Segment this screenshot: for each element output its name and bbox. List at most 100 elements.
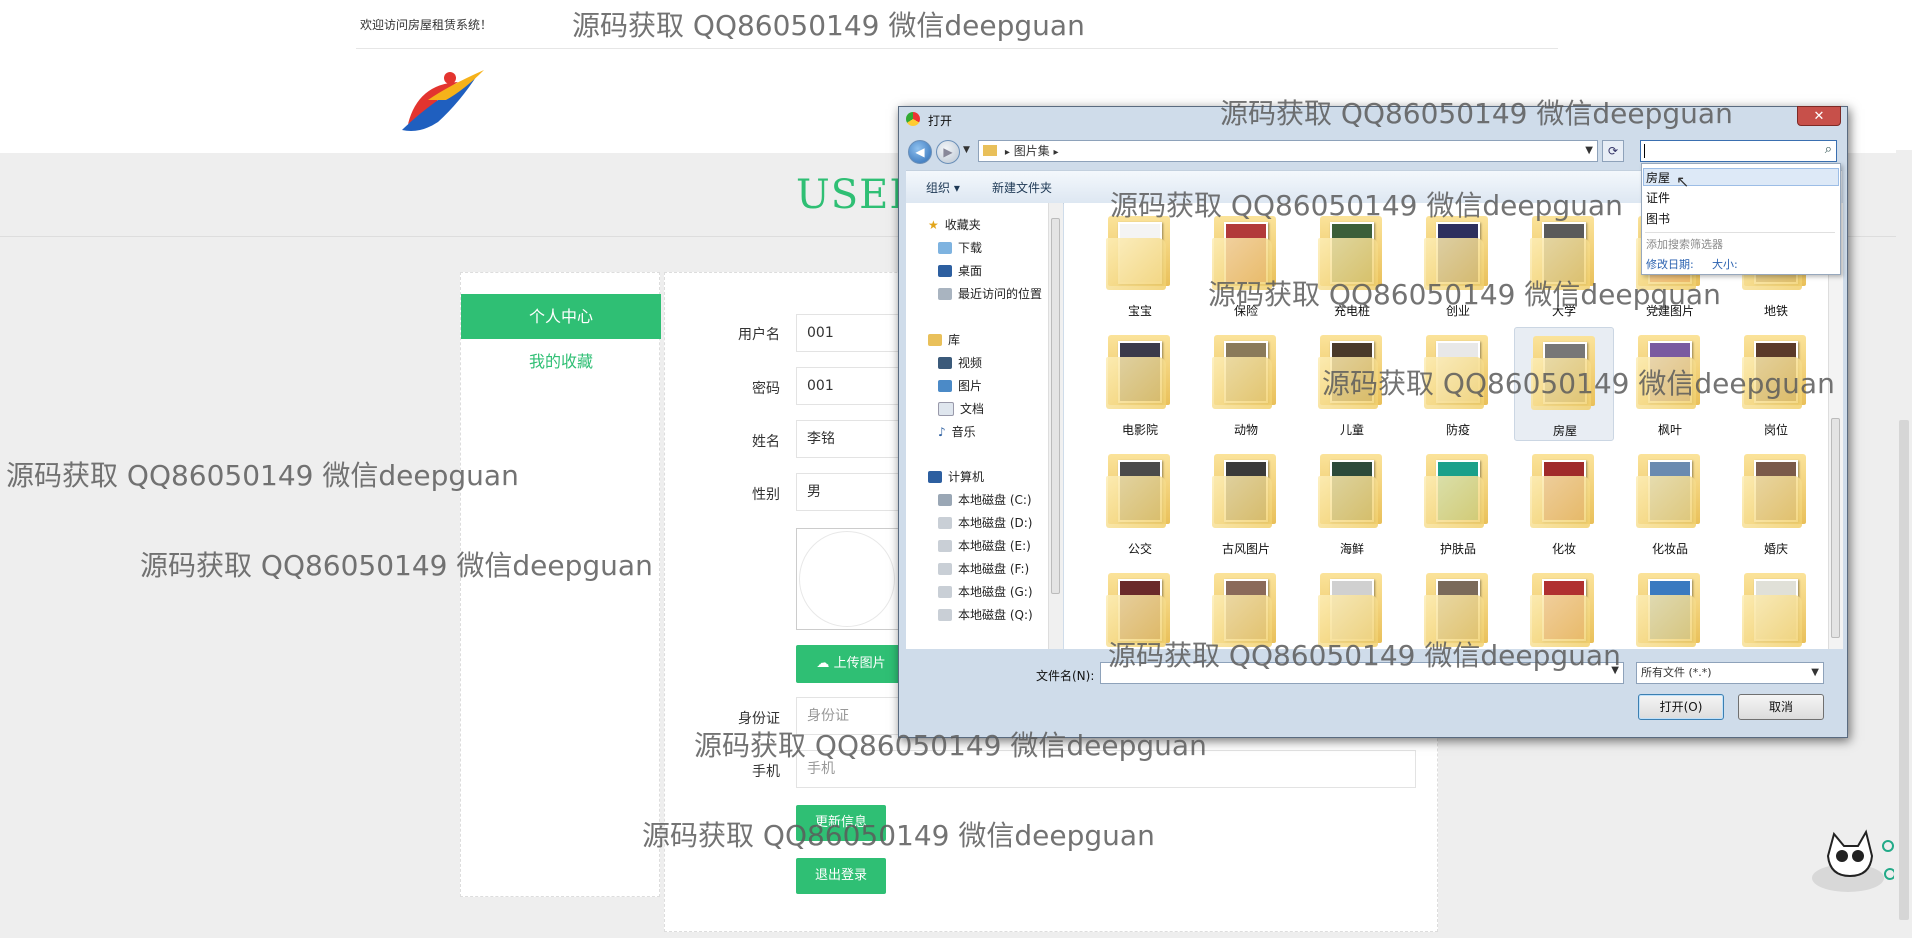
documents-icon [938, 401, 954, 416]
suggestion-divider [1645, 232, 1835, 233]
grid-scrollbar-thumb[interactable] [1831, 418, 1840, 638]
drive-icon [938, 539, 952, 552]
folder-label: 公交 [1127, 542, 1152, 556]
logout-button[interactable]: 退出登录 [796, 858, 886, 894]
watermark-text: 源码获取 QQ86050149 微信deepguan [1108, 639, 1621, 672]
folder-label: 化妆品 [1651, 542, 1688, 556]
organize-menu-button[interactable]: 组织 ▾ [926, 179, 960, 196]
nav-item-videos[interactable]: 视频 [938, 354, 982, 371]
password-label: 密码 [752, 381, 780, 397]
sidebar-item-favorites[interactable]: 我的收藏 [461, 348, 661, 372]
chrome-icon [906, 112, 920, 126]
sidebar-item-center[interactable]: 个人中心 [461, 294, 661, 339]
suggestion-item[interactable]: 图书 [1646, 210, 1670, 227]
nav-scrollbar-thumb[interactable] [1051, 218, 1060, 594]
folder-item[interactable]: 化妆 [1514, 446, 1614, 560]
folder-item[interactable] [1726, 565, 1826, 649]
nav-computer-header[interactable]: 计算机 [928, 468, 984, 485]
text-cursor [1644, 144, 1645, 158]
welcome-text: 欢迎访问房屋租赁系统！ [360, 18, 493, 32]
site-logo[interactable] [398, 64, 488, 138]
breadcrumb-arrow-icon[interactable]: ▸ [1054, 147, 1059, 158]
nav-drive-f[interactable]: 本地磁盘 (F:) [938, 560, 1029, 577]
nav-item-desktop[interactable]: 桌面 [938, 262, 982, 279]
folder-label: 海鲜 [1339, 542, 1364, 556]
nav-library-header[interactable]: 库 [928, 331, 960, 348]
folder-label: 地铁 [1763, 304, 1788, 318]
download-folder-icon [938, 241, 952, 254]
folder-label: 婚庆 [1763, 542, 1788, 556]
filter-date-link[interactable]: 修改日期: [1646, 256, 1694, 272]
username-label: 用户名 [738, 327, 780, 343]
search-input[interactable]: ⌕ [1640, 140, 1837, 162]
folder-front [1106, 476, 1166, 528]
search-icon[interactable]: ⌕ [1825, 142, 1832, 157]
history-dropdown-icon[interactable]: ▼ [963, 145, 970, 155]
upload-image-button[interactable]: ☁ 上传图片 [796, 645, 906, 683]
suggestion-item[interactable]: 证件 [1646, 189, 1670, 206]
folder-label: 电影院 [1121, 423, 1158, 437]
close-button[interactable]: ✕ [1797, 106, 1841, 126]
folder-front [1424, 476, 1484, 528]
nav-drive-c[interactable]: 本地磁盘 (C:) [938, 491, 1032, 508]
folder-item[interactable]: 婚庆 [1726, 446, 1826, 560]
page-scrollbar-thumb[interactable] [1899, 420, 1909, 920]
nav-drive-e[interactable]: 本地磁盘 (E:) [938, 537, 1031, 554]
folder-item[interactable] [1620, 565, 1720, 649]
library-icon [928, 333, 942, 346]
folder-label: 宝宝 [1127, 304, 1152, 318]
folder-item[interactable]: 护肤品 [1408, 446, 1508, 560]
nav-item-recent[interactable]: 最近访问的位置 [938, 285, 1042, 302]
address-dropdown-icon[interactable]: ▼ [1585, 141, 1593, 161]
address-bar[interactable]: ▸ 图片集 ▸ ▼ [978, 140, 1598, 162]
folder-item[interactable]: 电影院 [1090, 327, 1190, 441]
watermark-text: 源码获取 QQ86050149 微信deepguan [642, 819, 1155, 852]
folder-item[interactable]: 公交 [1090, 446, 1190, 560]
watermark-text: 源码获取 QQ86050149 微信deepguan [1220, 97, 1733, 130]
folder-front [1530, 476, 1590, 528]
open-button[interactable]: 打开(O) [1638, 694, 1724, 720]
folder-front [1106, 357, 1166, 409]
breadcrumb[interactable]: 图片集 [1014, 144, 1050, 158]
drive-icon [938, 493, 952, 506]
folder-front [1212, 476, 1272, 528]
cancel-button[interactable]: 取消 [1738, 694, 1824, 720]
new-folder-button[interactable]: 新建文件夹 [992, 179, 1052, 196]
nav-item-music[interactable]: ♪ 音乐 [938, 423, 976, 440]
mouse-cursor-icon: ↖ [1676, 172, 1690, 191]
back-arrow-icon[interactable]: ◀ [908, 140, 932, 164]
watermark-text: 源码获取 QQ86050149 微信deepguan [572, 9, 1085, 42]
folder-item[interactable]: 海鲜 [1302, 446, 1402, 560]
chevron-down-icon[interactable]: ▼ [1811, 663, 1819, 683]
pictures-icon [938, 379, 952, 392]
folder-label: 动物 [1233, 423, 1258, 437]
folder-label: 化妆 [1551, 542, 1576, 556]
refresh-icon[interactable]: ⟳ [1602, 140, 1624, 162]
watermark-text: 源码获取 QQ86050149 微信deepguan [140, 549, 653, 582]
folder-item[interactable]: 化妆品 [1620, 446, 1720, 560]
folder-label: 枫叶 [1657, 423, 1682, 437]
folder-item[interactable]: 动物 [1196, 327, 1296, 441]
nav-favorites-header[interactable]: ★ 收藏夹 [928, 216, 981, 233]
folder-item[interactable]: 宝宝 [1090, 208, 1190, 322]
nav-drive-g[interactable]: 本地磁盘 (G:) [938, 583, 1033, 600]
filename-label: 文件名(N): [1036, 669, 1095, 683]
forward-arrow-icon[interactable]: ▶ [936, 140, 960, 164]
folder-front [1742, 476, 1802, 528]
nav-item-downloads[interactable]: 下载 [938, 239, 982, 256]
filetype-select[interactable]: 所有文件 (*.*) ▼ [1636, 662, 1824, 684]
nav-item-documents[interactable]: 文档 [938, 400, 984, 417]
dialog-title: 打开 [928, 114, 953, 128]
search-filter-label: 添加搜索筛选器 [1646, 238, 1723, 251]
folder-item[interactable]: 古风图片 [1196, 446, 1296, 560]
gender-label: 性别 [752, 487, 780, 503]
folder-label: 古风图片 [1221, 542, 1270, 556]
suggestion-item[interactable]: 房屋 [1646, 169, 1670, 186]
nav-drive-d[interactable]: 本地磁盘 (D:) [938, 514, 1032, 531]
recent-places-icon [938, 287, 952, 300]
mascot-cat-icon[interactable] [1808, 816, 1896, 896]
nav-drive-q[interactable]: 本地磁盘 (Q:) [938, 606, 1033, 623]
drive-icon [938, 562, 952, 575]
nav-item-pictures[interactable]: 图片 [938, 377, 982, 394]
filter-size-link[interactable]: 大小: [1712, 256, 1738, 272]
